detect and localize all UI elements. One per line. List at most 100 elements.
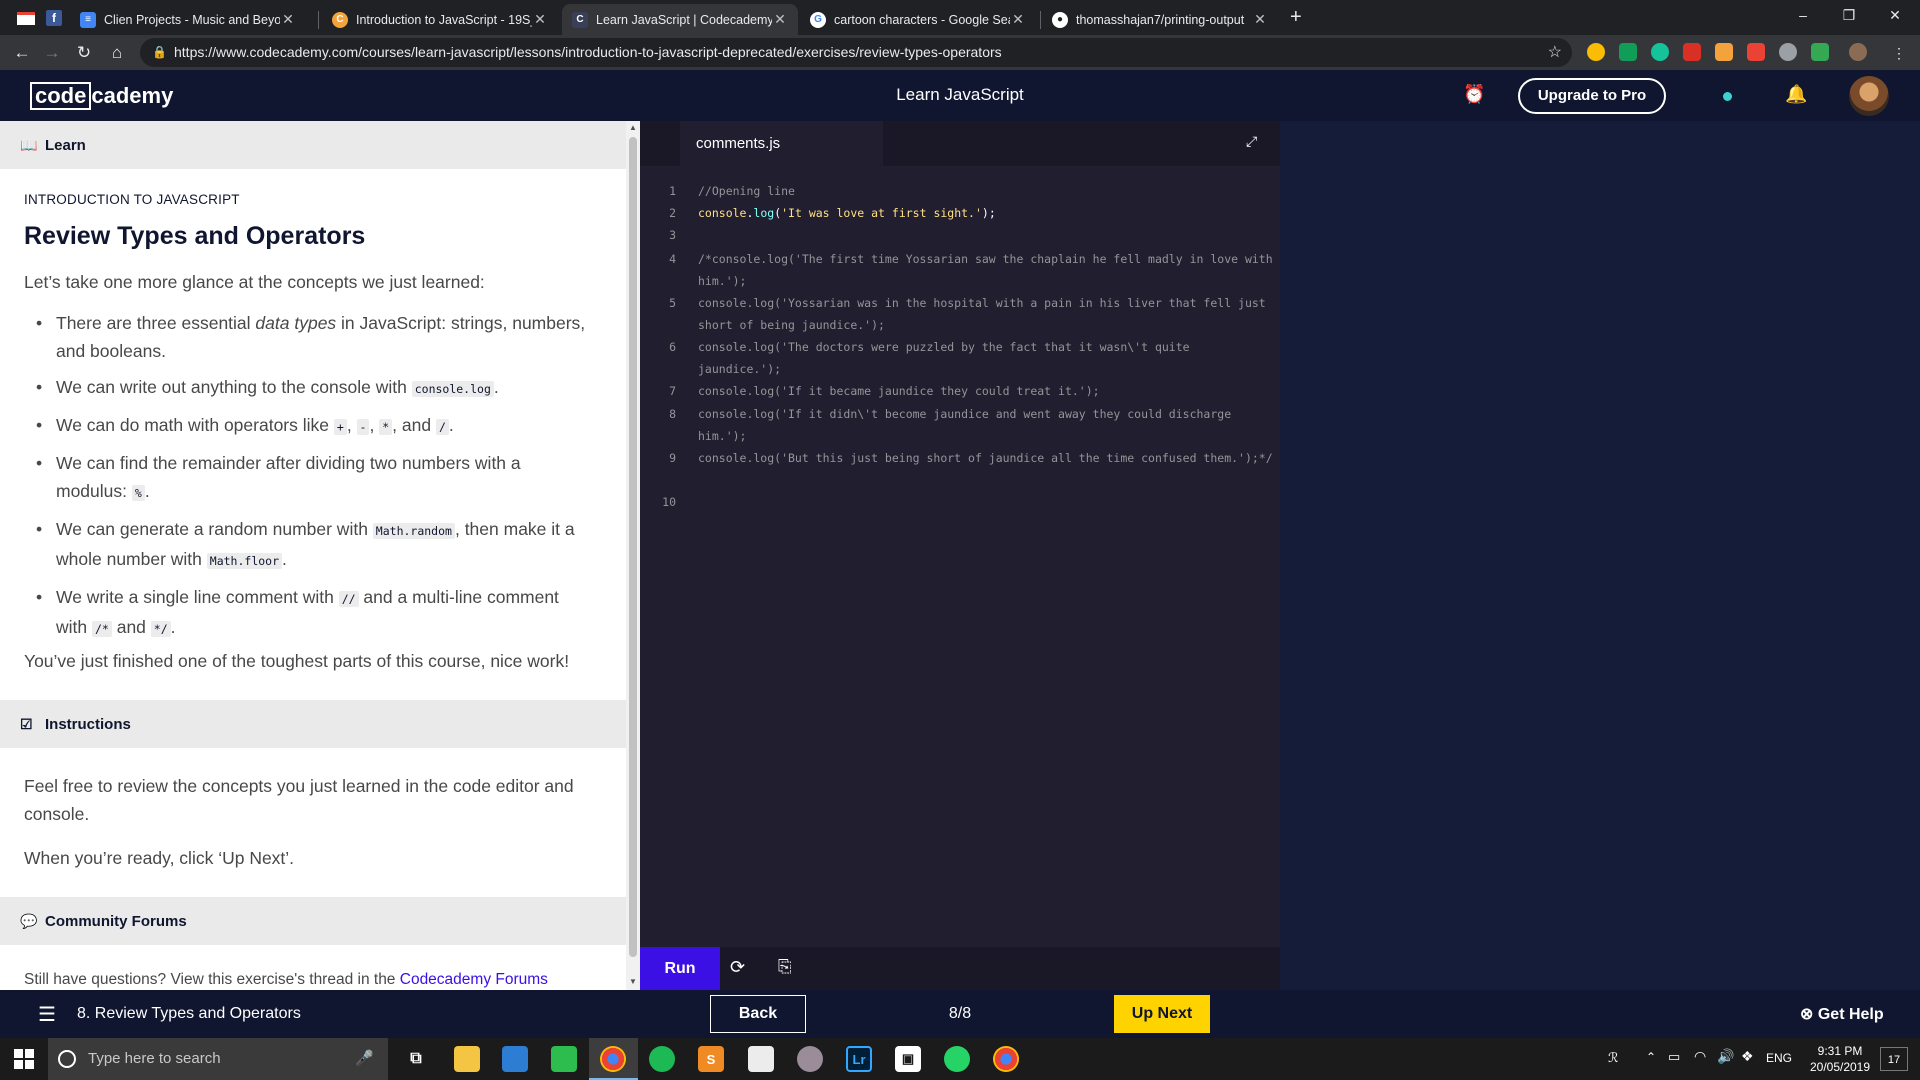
close-tab-icon[interactable]: ✕	[280, 11, 296, 28]
chrome-icon[interactable]	[993, 1046, 1019, 1072]
app-icon[interactable]	[797, 1046, 823, 1072]
close-tab-icon[interactable]: ✕	[1010, 11, 1026, 28]
forums-link[interactable]: Codecademy Forums	[400, 971, 548, 988]
upgrade-button[interactable]: Upgrade to Pro	[1518, 78, 1666, 114]
taskbar-clock[interactable]: 9:31 PM 20/05/2019	[1800, 1043, 1880, 1075]
back-arrow-icon[interactable]: ←	[8, 39, 36, 67]
mail-icon[interactable]	[748, 1046, 774, 1072]
windows-taskbar: Type here to search 🎤 ⧉ S Lr ▣ ℛ ⌃ ▭ ◠ 🔊…	[0, 1038, 1920, 1080]
avatar[interactable]	[1849, 76, 1889, 116]
list-item: We can find the remainder after dividing…	[32, 449, 594, 507]
browser-tab[interactable]: G cartoon characters - Google Sear ✕	[800, 4, 1036, 35]
task-view-icon[interactable]: ⧉	[403, 1046, 429, 1072]
codecademy-icon: C	[332, 11, 348, 28]
language-indicator[interactable]: ENG	[1766, 1051, 1792, 1065]
site-header: code cademy Learn JavaScript ⏰ Upgrade to…	[0, 70, 1920, 121]
lock-icon: 🔒	[152, 45, 167, 59]
address-bar[interactable]: 🔒 https://www.codecademy.com/courses/lea…	[140, 38, 1572, 67]
wifi-icon[interactable]: ◠	[1694, 1048, 1706, 1065]
whatsapp-icon[interactable]	[944, 1046, 970, 1072]
close-tab-icon[interactable]: ✕	[1252, 11, 1268, 28]
community-text: Still have questions? View this exercise…	[24, 971, 548, 988]
more-menu-icon[interactable]: ⋮	[1885, 39, 1913, 67]
scroll-up-icon[interactable]: ▲	[629, 123, 637, 132]
instructions-text: Feel free to review the concepts you jus…	[24, 776, 574, 824]
reload-icon[interactable]: ↻	[70, 39, 98, 67]
evernote-icon[interactable]	[551, 1046, 577, 1072]
tab-separator	[318, 11, 319, 29]
extension-icon[interactable]	[1715, 43, 1733, 61]
scroll-thumb[interactable]	[629, 137, 637, 957]
back-button[interactable]: Back	[710, 995, 806, 1033]
home-icon[interactable]: ⌂	[103, 39, 131, 67]
extension-icon[interactable]	[1747, 43, 1765, 61]
lesson-intro: Let’s take one more glance at the concep…	[24, 272, 485, 292]
run-button[interactable]: Run	[640, 947, 720, 990]
close-window-icon[interactable]: ✕	[1872, 0, 1918, 30]
pdf-icon[interactable]	[1683, 43, 1701, 61]
browser-tab[interactable]: ≡ Clien Projects - Music and Beyon ✕	[70, 4, 306, 35]
lesson-panel: 📖 Learn INTRODUCTION TO JAVASCRIPT Revie…	[0, 121, 626, 990]
up-next-button[interactable]: Up Next	[1114, 995, 1210, 1033]
show-hidden-icons[interactable]: ⌃	[1646, 1050, 1656, 1064]
refresh-icon[interactable]: ⟳	[730, 957, 745, 978]
browser-tab[interactable]: C Introduction to JavaScript - 19S_ ✕	[322, 4, 558, 35]
restore-icon[interactable]: ❐	[1826, 0, 1872, 30]
bell-icon[interactable]: 🔔	[1785, 84, 1807, 105]
new-tab-button[interactable]: +	[1290, 6, 1302, 29]
book-icon: 📖	[20, 136, 38, 153]
chrome-icon[interactable]	[600, 1046, 626, 1072]
browser-tab[interactable]: ● thomasshajan7/printing-output ✕	[1042, 4, 1278, 35]
people-icon[interactable]: ℛ	[1608, 1050, 1618, 1066]
grammarly-icon[interactable]	[1651, 43, 1669, 61]
minimize-icon[interactable]: –	[1780, 0, 1826, 30]
concept-list: There are three essential data types in …	[32, 309, 594, 651]
facebook-icon[interactable]: f	[42, 6, 66, 30]
windows-start-icon[interactable]	[14, 1049, 34, 1069]
checkbox-icon: ☑	[20, 715, 33, 732]
code-editor[interactable]: comments.js ⤢ 1//Opening line 2 console.…	[640, 121, 1280, 947]
scroll-down-icon[interactable]: ▼	[629, 977, 637, 986]
exercise-name[interactable]: 8. Review Types and Operators	[77, 1005, 301, 1023]
forward-arrow-icon[interactable]: →	[38, 39, 66, 67]
trello-icon[interactable]: ▣	[895, 1046, 921, 1072]
volume-icon[interactable]: 🔊	[1717, 1048, 1734, 1065]
instructions-text: When you’re ready, click ‘Up Next’.	[24, 848, 295, 868]
copy-code-icon[interactable]: ⎘	[778, 957, 792, 977]
spotify-icon[interactable]	[649, 1046, 675, 1072]
browser-toolbar: ← → ↻ ⌂ 🔒 https://www.codecademy.com/cou…	[0, 35, 1920, 70]
hamburger-menu-icon[interactable]: ☰	[38, 1002, 56, 1027]
bookmark-star-icon[interactable]: ☆	[1548, 38, 1562, 67]
list-item: There are three essential data types in …	[32, 309, 594, 365]
notification-center-icon[interactable]: 17	[1880, 1047, 1908, 1071]
extension-icon[interactable]	[1619, 43, 1637, 61]
expand-icon[interactable]: ⤢	[1246, 133, 1257, 150]
battery-icon[interactable]: ▭	[1668, 1049, 1680, 1065]
editor-tab-bar: comments.js ⤢	[640, 121, 1280, 166]
lesson-scrollbar[interactable]: ▲ ▼	[626, 121, 640, 990]
extension-icon[interactable]	[1811, 43, 1829, 61]
learn-section-header: 📖 Learn	[0, 121, 626, 169]
google-docs-icon: ≡	[80, 11, 96, 28]
get-help-button[interactable]: ⊗ Get Help	[1800, 1004, 1884, 1024]
browser-tab-active[interactable]: C Learn JavaScript | Codecademy ✕	[562, 4, 798, 35]
dropbox-icon[interactable]: ❖	[1741, 1048, 1754, 1065]
alarm-clock-icon[interactable]: ⏰	[1463, 84, 1485, 105]
status-dot	[1723, 92, 1732, 101]
profile-avatar-icon[interactable]	[1849, 43, 1867, 61]
lightroom-icon[interactable]: Lr	[846, 1046, 872, 1072]
file-tab[interactable]: comments.js	[680, 121, 883, 166]
close-tab-icon[interactable]: ✕	[772, 11, 788, 28]
file-explorer-icon[interactable]	[454, 1046, 480, 1072]
taskbar-search[interactable]: Type here to search 🎤	[48, 1038, 388, 1080]
community-section-header: 💬 Community Forums	[0, 897, 626, 945]
instructions-section-header: ☑ Instructions	[0, 700, 626, 748]
extension-icon[interactable]	[1779, 43, 1797, 61]
gmail-icon[interactable]	[14, 6, 38, 30]
close-tab-icon[interactable]: ✕	[532, 11, 548, 28]
microphone-icon[interactable]: 🎤	[355, 1038, 374, 1080]
store-icon[interactable]	[502, 1046, 528, 1072]
sublime-text-icon[interactable]: S	[698, 1046, 724, 1072]
list-item: We can generate a random number with Mat…	[32, 515, 594, 575]
extension-icon[interactable]	[1587, 43, 1605, 61]
